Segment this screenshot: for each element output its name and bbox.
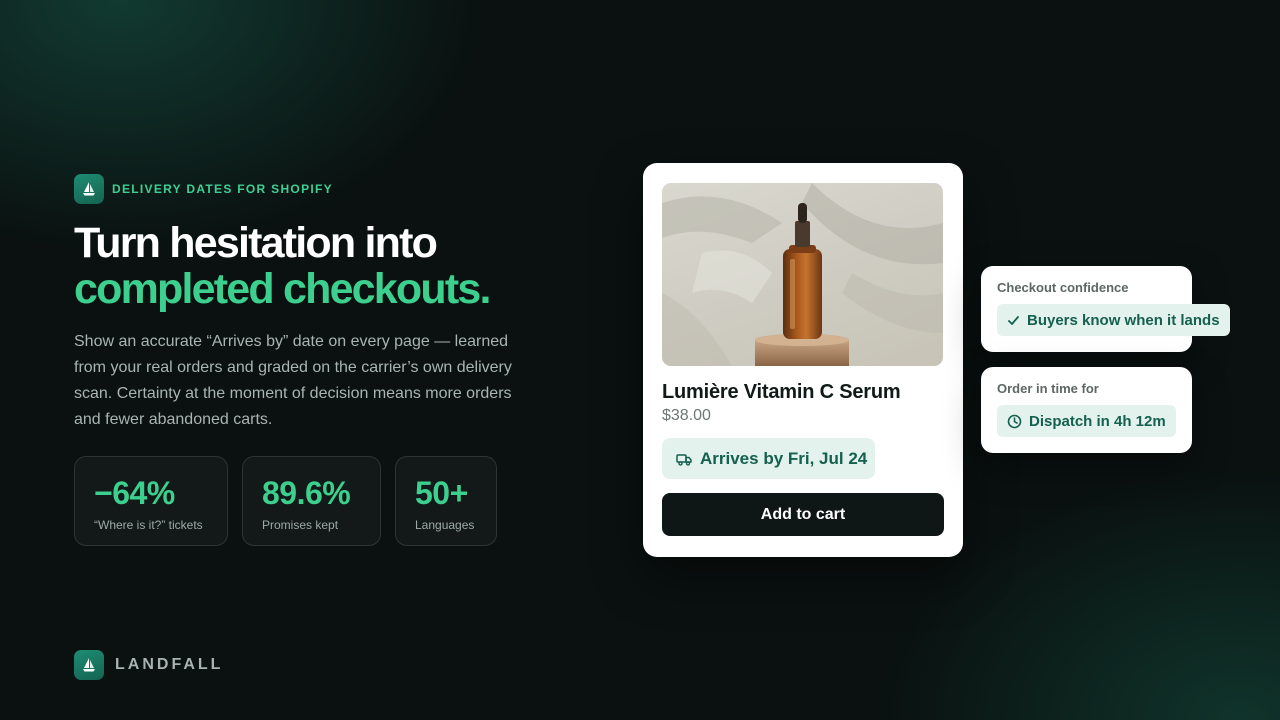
hero-description: Show an accurate “Arrives by” date on ev… <box>74 333 512 428</box>
stat-label: Languages <box>415 518 475 532</box>
sailboat-icon <box>74 174 104 204</box>
dispatch-timer-card: Order in time for Dispatch in 4h 12m <box>981 367 1192 453</box>
checkout-confidence-title: Checkout confidence <box>997 280 1129 295</box>
arrives-by-text: Arrives by Fri, Jul 24 <box>700 448 868 468</box>
dispatch-timer-text: Dispatch in 4h 12m <box>1029 412 1166 430</box>
stat-card-tickets: −64% “Where is it?” tickets <box>74 456 228 546</box>
dispatch-timer-pill: Dispatch in 4h 12m <box>997 405 1176 437</box>
checkout-confidence-text: Buyers know when it lands <box>1027 311 1220 329</box>
headline-line-1: Turn hesitation into <box>74 219 438 267</box>
stat-value: −64% <box>94 475 175 511</box>
check-icon <box>1008 315 1019 325</box>
stat-value: 50+ <box>415 475 468 511</box>
truck-icon <box>676 453 692 466</box>
headline-line-2: completed checkouts. <box>74 265 491 313</box>
checkout-confidence-pill: Buyers know when it lands <box>997 304 1230 336</box>
stat-card-languages: 50+ Languages <box>395 456 497 546</box>
product-title: Lumière Vitamin C Serum <box>662 381 901 403</box>
product-image <box>662 183 943 366</box>
eyebrow: DELIVERY DATES FOR SHOPIFY <box>74 174 333 204</box>
dispatch-timer-title: Order in time for <box>997 381 1099 396</box>
checkout-confidence-card: Checkout confidence Buyers know when it … <box>981 266 1230 352</box>
stat-card-promises: 89.6% Promises kept <box>242 456 381 546</box>
stats-row: −64% “Where is it?” tickets 89.6% Promis… <box>74 456 497 546</box>
add-to-cart-button[interactable]: Add to cart <box>662 493 944 536</box>
eyebrow-text: DELIVERY DATES FOR SHOPIFY <box>112 182 333 196</box>
stat-label: “Where is it?” tickets <box>94 518 203 532</box>
product-card: Lumière Vitamin C Serum $38.00 Arrives b… <box>643 163 963 557</box>
product-price: $38.00 <box>662 407 711 424</box>
brand-logo: LANDFALL <box>74 650 223 680</box>
sailboat-icon <box>74 650 104 680</box>
arrives-by-badge: Arrives by Fri, Jul 24 <box>662 438 875 479</box>
headline: Turn hesitation into completed checkouts… <box>74 219 491 313</box>
serum-bottle-illustration <box>662 183 943 366</box>
stat-value: 89.6% <box>262 475 351 511</box>
stat-label: Promises kept <box>262 518 339 532</box>
clock-icon <box>1007 414 1022 428</box>
brand-name: LANDFALL <box>115 656 224 673</box>
